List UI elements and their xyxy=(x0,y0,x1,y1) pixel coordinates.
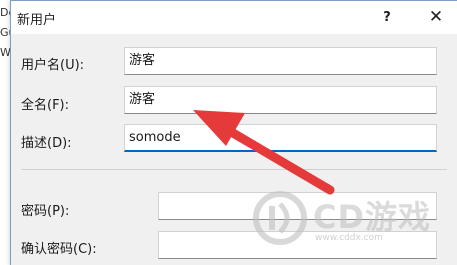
separator xyxy=(21,169,447,170)
description-field[interactable]: somode xyxy=(124,124,437,152)
screenshot: De Gui Wi 新用户 ? ✕ 用户名(U): 游客 全名(F): 游客 描… xyxy=(0,0,457,265)
fullname-field[interactable]: 游客 xyxy=(124,86,437,114)
fullname-label: 全名(F): xyxy=(21,98,70,113)
username-label: 用户名(U): xyxy=(21,58,85,73)
dialog-titlebar[interactable]: 新用户 ? ✕ xyxy=(11,1,457,34)
password-label: 密码(P): xyxy=(21,204,70,219)
confirm-password-field[interactable] xyxy=(158,231,437,259)
dialog-title: 新用户 xyxy=(17,13,57,28)
description-label: 描述(D): xyxy=(21,136,72,151)
password-field[interactable] xyxy=(158,192,437,220)
confirm-password-label: 确认密码(C): xyxy=(21,242,97,257)
close-button[interactable]: ✕ xyxy=(416,1,456,34)
new-user-dialog: 新用户 ? ✕ 用户名(U): 游客 全名(F): 游客 描述(D): somo… xyxy=(10,0,457,265)
help-button[interactable]: ? xyxy=(367,1,407,34)
username-field[interactable]: 游客 xyxy=(124,47,437,75)
